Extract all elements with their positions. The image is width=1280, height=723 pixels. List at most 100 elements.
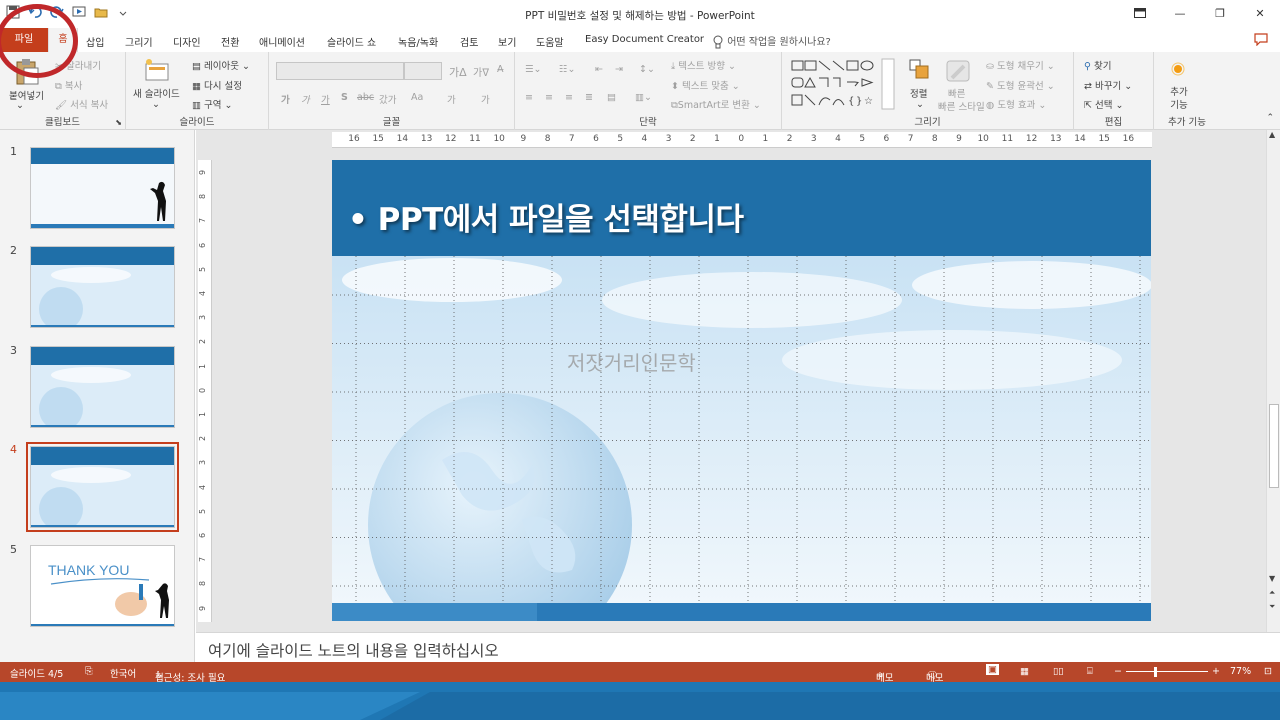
justify-icon[interactable]: ≣ — [585, 92, 593, 103]
shrink-font-icon[interactable]: 가ᐁ — [473, 64, 489, 79]
copy-button[interactable]: ⧉ 복사 — [55, 78, 82, 92]
char-spacing-button[interactable]: 갔가 — [379, 92, 396, 106]
slideshow-view-icon[interactable]: ⌸ — [1087, 666, 1093, 677]
slide-thumbnail-3[interactable] — [30, 346, 175, 428]
increase-indent-icon[interactable]: ⇥ — [615, 64, 623, 75]
tab-help[interactable]: 도움말 — [536, 34, 564, 49]
quick-styles-label-1[interactable]: 빠른 — [948, 86, 965, 100]
paste-button[interactable]: 붙여넣기 — [9, 88, 44, 102]
select-button[interactable]: ⇱ 선택 ⌄ — [1084, 97, 1123, 111]
vertical-scrollbar[interactable]: ▲ ▼ ⏶ ⏷ — [1266, 130, 1280, 632]
line-spacing-icon[interactable]: ↕⌄ — [639, 64, 655, 75]
columns-icon[interactable]: ▥⌄ — [635, 92, 652, 103]
scroll-up-icon[interactable]: ▲ — [1269, 130, 1275, 139]
tab-record[interactable]: 녹음/녹화 — [398, 34, 438, 49]
notes-pane[interactable]: 여기에 슬라이드 노트의 내용을 입력하십시오 — [196, 632, 1280, 662]
language-indicator[interactable]: 한국어 — [110, 666, 136, 680]
normal-view-icon[interactable]: ▣ — [986, 664, 999, 675]
dialog-launcher-icon[interactable]: ⬊ — [115, 118, 122, 127]
tab-draw[interactable]: 그리기 — [125, 34, 153, 49]
reset-button[interactable]: ▦ 다시 설정 — [192, 78, 242, 92]
tab-file[interactable]: 파일 — [0, 28, 48, 52]
zoom-in-icon[interactable]: + — [1212, 666, 1220, 677]
grow-font-icon[interactable]: 가ᐃ — [449, 64, 467, 80]
tell-me-search[interactable]: 어떤 작업을 원하시나요? — [712, 33, 831, 49]
new-slide-dropdown-icon[interactable]: ⌄ — [152, 99, 160, 110]
align-left-icon[interactable]: ≡ — [525, 92, 533, 103]
ribbon-display-options-icon[interactable] — [1120, 0, 1160, 26]
underline-button[interactable]: 가 — [321, 92, 330, 106]
slide-thumbnail-4[interactable] — [26, 442, 179, 532]
slide-canvas[interactable]: • PPT에서 파일을 선택합니다 저잣거리인문학 — [332, 160, 1151, 621]
decrease-indent-icon[interactable]: ⇤ — [595, 64, 603, 75]
quick-styles-icon[interactable] — [944, 58, 972, 87]
minimize-icon[interactable]: — — [1160, 0, 1200, 26]
shapes-gallery[interactable]: {} ☆ — [790, 58, 896, 110]
shape-outline-button[interactable]: ✎ 도형 윤곽선 ⌄ — [986, 78, 1055, 92]
arrange-button[interactable]: 정렬 — [910, 86, 927, 100]
close-icon[interactable]: ✕ — [1240, 0, 1280, 26]
shadow-button[interactable]: S — [341, 92, 348, 103]
text-direction-button[interactable]: ⤓ 텍스트 방향 ⌄ — [671, 58, 736, 72]
zoom-out-icon[interactable]: − — [1114, 666, 1122, 677]
slide-title[interactable]: • PPT에서 파일을 선택합니다 — [348, 194, 744, 239]
tab-view[interactable]: 보기 — [498, 34, 516, 49]
layout-button[interactable]: ▤ 레이아웃 ⌄ — [192, 58, 250, 72]
tab-animations[interactable]: 애니메이션 — [259, 34, 305, 49]
arrange-icon[interactable] — [908, 58, 932, 83]
scroll-thumb[interactable] — [1269, 404, 1279, 488]
align-text-button[interactable]: ⬍ 텍스트 맞춤 ⌄ — [671, 78, 740, 92]
new-slide-button[interactable]: 새 슬라이드 — [133, 86, 180, 100]
spelling-icon[interactable]: ⎘ — [85, 666, 93, 677]
strikethrough-icon[interactable]: abc — [357, 92, 374, 103]
format-painter-button[interactable]: 🖌 서식 복사 — [55, 97, 108, 111]
highlight-button[interactable]: 가 — [447, 92, 456, 106]
bold-button[interactable]: 가 — [281, 92, 290, 106]
tab-review[interactable]: 검토 — [460, 34, 478, 49]
slide-thumbnail-5[interactable]: THANK YOU — [30, 545, 175, 627]
shape-effects-button[interactable]: ◍ 도형 효과 ⌄ — [986, 97, 1046, 111]
tab-design[interactable]: 디자인 — [173, 34, 201, 49]
maximize-icon[interactable]: ❐ — [1200, 0, 1240, 26]
smartart-button[interactable]: ⧉SmartArt로 변환 ⌄ — [671, 97, 761, 111]
tab-home[interactable]: 홈 — [48, 28, 78, 52]
next-slide-icon[interactable]: ⏷ — [1269, 602, 1275, 612]
tab-slideshow[interactable]: 슬라이드 쇼 — [327, 34, 376, 49]
section-button[interactable]: ▥ 구역 ⌄ — [192, 97, 232, 111]
reading-view-icon[interactable]: ▯▯ — [1053, 666, 1063, 677]
fit-to-window-icon[interactable]: ⊡ — [1264, 666, 1272, 677]
slide-thumbnail-2[interactable] — [30, 246, 175, 328]
prev-slide-icon[interactable]: ⏶ — [1269, 588, 1275, 598]
scroll-down-icon[interactable]: ▼ — [1269, 574, 1275, 583]
font-size-combo[interactable] — [404, 62, 442, 80]
change-case-button[interactable]: Aa — [411, 92, 423, 103]
align-right-icon[interactable]: ≡ — [565, 92, 573, 103]
paste-icon[interactable] — [14, 58, 40, 89]
addins-icon[interactable] — [1171, 62, 1185, 79]
find-button[interactable]: ⚲ 찾기 — [1084, 58, 1111, 72]
tab-insert[interactable]: 삽입 — [86, 34, 104, 49]
tab-transitions[interactable]: 전환 — [221, 34, 239, 49]
replace-button[interactable]: ⇄ 바꾸기 ⌄ — [1084, 78, 1132, 92]
addins-button[interactable]: 추가 기능 — [1165, 86, 1193, 112]
collapse-ribbon-icon[interactable]: ⌃ — [1266, 113, 1274, 123]
slide-sorter-icon[interactable]: ▦ — [1020, 666, 1029, 677]
clear-format-icon[interactable]: A̶ — [497, 64, 504, 75]
cut-button[interactable]: ✂ 잘라내기 — [55, 58, 101, 72]
shape-fill-button[interactable]: ⛀ 도형 채우기 ⌄ — [986, 58, 1055, 72]
font-color-button[interactable]: 가 — [481, 92, 490, 106]
tab-easy-document-creator[interactable]: Easy Document Creator — [585, 34, 704, 45]
arrange-dropdown-icon[interactable]: ⌄ — [916, 99, 924, 110]
align-center-icon[interactable]: ≡ — [545, 92, 553, 103]
zoom-slider-thumb[interactable] — [1154, 667, 1157, 677]
paste-dropdown-icon[interactable]: ⌄ — [16, 100, 24, 111]
new-slide-icon[interactable] — [144, 58, 170, 85]
bullets-icon[interactable]: ☰⌄ — [525, 64, 541, 75]
zoom-slider[interactable] — [1126, 671, 1208, 672]
font-name-combo[interactable] — [276, 62, 404, 80]
zoom-level[interactable]: 77% — [1230, 666, 1251, 677]
quick-styles-button[interactable]: 빠른 스타일 — [938, 99, 985, 113]
distributed-icon[interactable]: ▤ — [607, 92, 616, 103]
slide-thumbnail-1[interactable] — [30, 147, 175, 229]
comment-icon[interactable] — [1254, 33, 1268, 49]
